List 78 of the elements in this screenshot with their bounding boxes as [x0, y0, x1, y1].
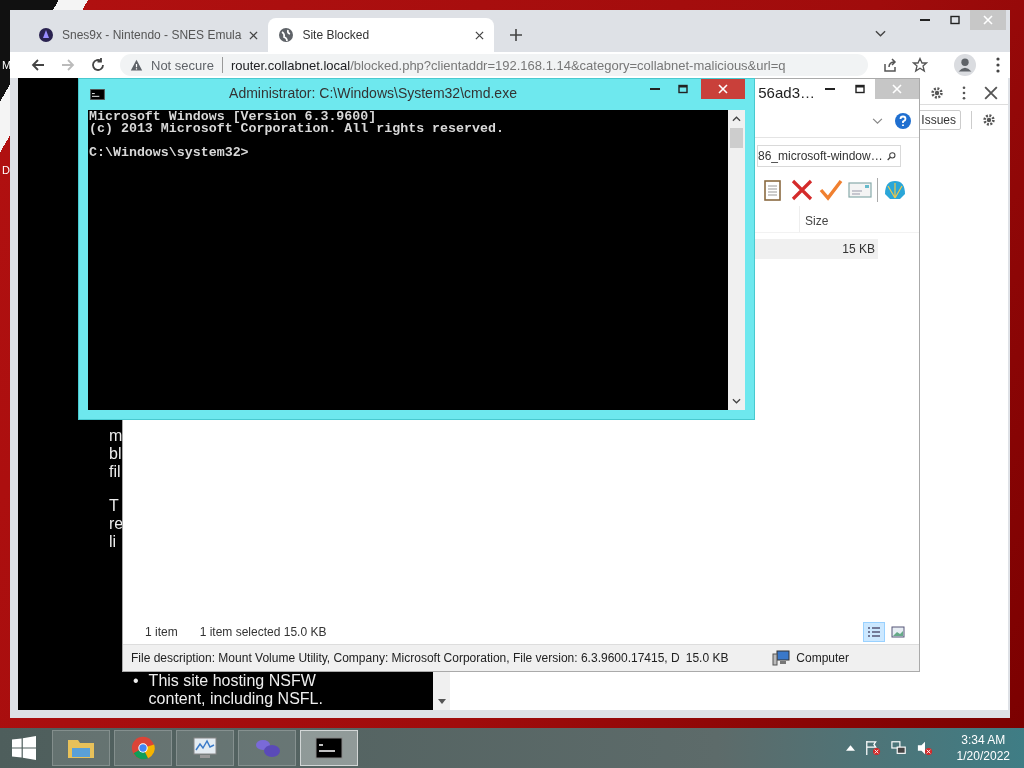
plus-icon[interactable]	[510, 29, 523, 41]
reload-icon[interactable]	[90, 57, 106, 73]
globe-icon	[278, 27, 295, 43]
desktop-icon-label[interactable]: D	[2, 164, 10, 176]
details-view-button[interactable]	[863, 622, 885, 642]
minimize-icon	[920, 19, 930, 21]
close-icon	[892, 84, 902, 94]
share-icon[interactable]	[882, 57, 898, 73]
clock-time: 3:34 AM	[961, 732, 1006, 748]
shell-icon[interactable]	[883, 178, 907, 202]
bullet-item: This site hosting NSFW content, including NSFL.	[148, 672, 324, 708]
zone-label: Computer	[796, 651, 849, 665]
scrollbar[interactable]	[728, 110, 745, 410]
clock[interactable]: 3:34 AM 1/20/2022	[936, 732, 1024, 764]
scrollbar-thumb[interactable]	[730, 128, 743, 148]
browser-tab[interactable]: Site Blocked	[268, 18, 495, 52]
paragraph-text: T re li	[109, 497, 125, 551]
checkmark-icon[interactable]	[819, 178, 843, 202]
paragraph-text: m bl fil	[109, 427, 124, 481]
size-cell[interactable]: 15 KB	[752, 239, 878, 259]
selection-summary: 1 item selected 15.0 KB	[199, 625, 327, 639]
delete-x-icon[interactable]	[790, 178, 814, 202]
close-icon[interactable]	[249, 30, 259, 40]
computer-icon	[772, 650, 791, 666]
minimize-icon	[825, 88, 835, 90]
console-line: (c) 2013 Microsoft Corporation. All rights reserved.	[89, 123, 505, 135]
security-label: Not secure	[151, 57, 214, 73]
taskbar-button[interactable]	[300, 730, 358, 766]
settings-icon[interactable]	[930, 86, 944, 100]
maximize-icon	[950, 15, 960, 25]
performance-monitor-icon	[191, 736, 219, 760]
maximize-icon	[678, 84, 688, 94]
item-count: 1 item	[145, 625, 178, 639]
search-icon	[886, 150, 896, 162]
console-icon	[90, 89, 105, 100]
desktop-icon-label[interactable]: M	[2, 59, 12, 71]
profile-avatar-icon[interactable]	[954, 54, 976, 76]
scroll-down-icon[interactable]	[732, 398, 741, 404]
console-line: Microsoft Windows [Version 6.3.9600]	[89, 111, 377, 123]
column-header[interactable]: Size	[799, 206, 881, 232]
more-options-icon[interactable]	[962, 86, 966, 100]
list-icon	[867, 626, 881, 638]
close-icon[interactable]	[475, 30, 485, 40]
browser-tab[interactable]: Snes9x - Nintendo - SNES Emula	[28, 18, 269, 52]
back-arrow-icon[interactable]	[30, 57, 46, 73]
minimize-icon	[650, 88, 660, 90]
scroll-down-icon[interactable]	[437, 699, 446, 704]
close-icon[interactable]	[984, 86, 998, 100]
show-hidden-icons-icon[interactable]	[845, 745, 855, 751]
clock-date: 1/20/2022	[956, 748, 1010, 764]
chevron-down-icon[interactable]	[875, 30, 886, 38]
chevron-down-icon[interactable]	[872, 117, 883, 125]
network-icon[interactable]	[890, 740, 907, 756]
file-description: File description: Mount Volume Utility, Company: Microsoft Corporation, File version: 6.3.9600.17415, D	[131, 651, 680, 665]
url-text: router.collabnet.local/blocked.php?clientaddr=192.168.1.14&category=collabnet-malicious&url=q	[230, 57, 786, 73]
console-icon	[315, 736, 343, 760]
picture-icon	[891, 626, 905, 638]
scroll-up-icon[interactable]	[732, 116, 741, 122]
address-bar[interactable]: Not secure router.collabnet.local/blocked.php?clientaddr=192.168.1.14&category=collabnet-malicious&url=q	[120, 54, 868, 76]
star-icon[interactable]	[912, 57, 928, 73]
console-prompt: C:\Windows\system32>	[89, 147, 250, 159]
emulator-icon	[38, 27, 54, 43]
bullet-marker: •	[133, 672, 139, 690]
muted-speaker-icon[interactable]	[916, 740, 933, 756]
warning-icon	[130, 58, 143, 72]
windows-logo-icon	[12, 736, 36, 760]
close-icon	[718, 84, 728, 94]
browser-logo-icon	[129, 736, 157, 760]
flag-alert-icon[interactable]	[864, 740, 881, 756]
help-icon[interactable]	[895, 113, 911, 129]
close-icon	[983, 15, 993, 25]
maximize-icon	[855, 84, 865, 94]
window-title: Administrator: C:\Windows\System32\cmd.exe	[228, 84, 518, 101]
file-size: 15.0 KB	[685, 651, 729, 665]
search-field[interactable]: 86_microsoft-window…	[757, 145, 901, 167]
more-options-icon[interactable]	[996, 57, 1000, 73]
settings-icon[interactable]	[982, 113, 996, 127]
window-title: 56ad3…	[758, 83, 815, 101]
